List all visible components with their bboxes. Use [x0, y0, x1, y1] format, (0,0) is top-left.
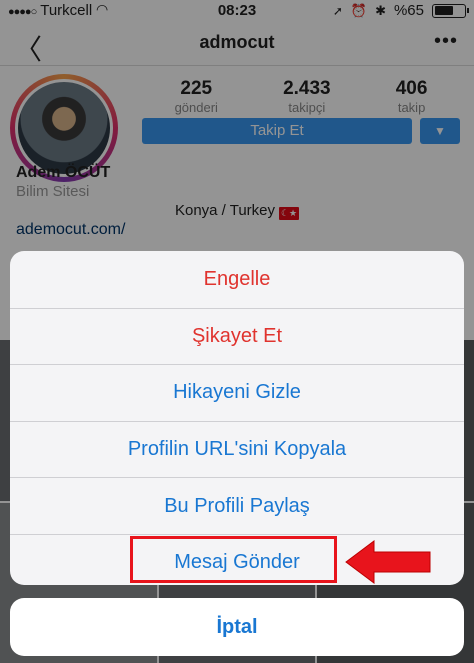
cancel-button[interactable]: İptal — [10, 598, 464, 656]
block-button[interactable]: Engelle — [10, 251, 464, 308]
annotation-highlight-box — [130, 536, 337, 583]
report-button[interactable]: Şikayet Et — [10, 307, 464, 365]
share-profile-button[interactable]: Bu Profili Paylaş — [10, 477, 464, 534]
annotation-arrow-icon — [345, 540, 431, 584]
copy-profile-url-button[interactable]: Profilin URL'sini Kopyala — [10, 420, 464, 478]
action-sheet: Engelle Şikayet Et Hikayeni Gizle Profil… — [10, 251, 464, 585]
hide-story-button[interactable]: Hikayeni Gizle — [10, 364, 464, 421]
